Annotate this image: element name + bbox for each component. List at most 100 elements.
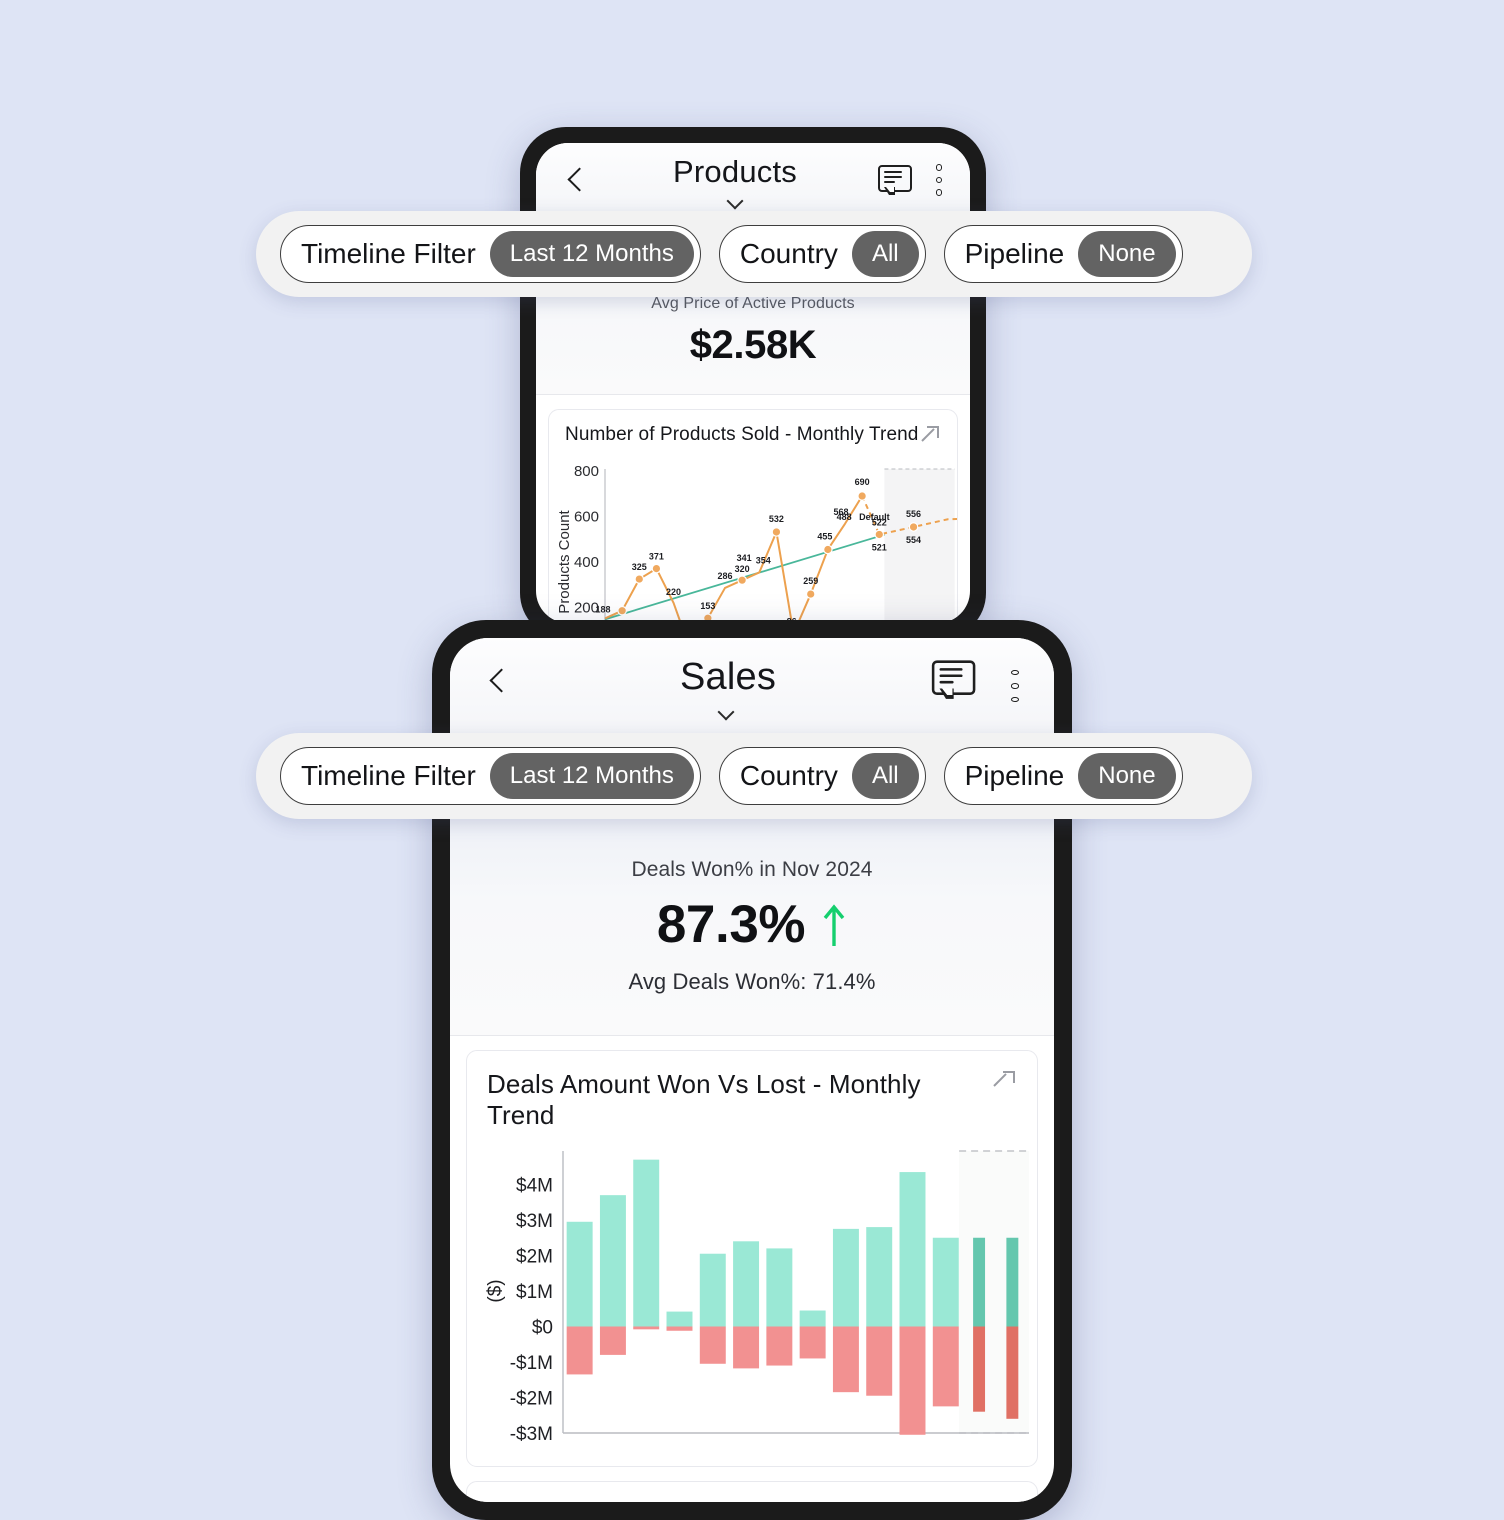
filter-pill-value: All (851, 231, 919, 277)
products-line-chart[interactable]: 0200400600800Products Count1521881863253… (549, 453, 957, 623)
filter-pill-label: Pipeline (964, 238, 1065, 269)
svg-text:341: 341 (737, 553, 752, 563)
filter-pill-value: Last 12 Months (489, 231, 694, 277)
chart-title: Deals Amount Won Vs Lost - Monthly Trend (487, 1069, 921, 1131)
chevron-down-icon[interactable] (718, 706, 738, 715)
filter-pill-label: Timeline Filter (301, 238, 476, 269)
svg-text:325: 325 (632, 562, 647, 572)
deals-count-chart-card: Deals Count Won Vs Lost - Monthly Trend … (466, 1481, 1038, 1502)
svg-text:532: 532 (769, 514, 784, 524)
filter-pill-value: None (1078, 231, 1176, 277)
comment-line-2 (884, 176, 902, 179)
svg-text:$0: $0 (532, 1318, 553, 1339)
filter-pill-value: All (851, 753, 919, 799)
kpi-value-row: 87.3% (450, 894, 1054, 955)
svg-text:286: 286 (717, 571, 732, 581)
expand-arrow-icon[interactable] (991, 1500, 1017, 1502)
products-title-group[interactable]: Products (592, 156, 878, 204)
comment-line-3 (884, 181, 895, 184)
svg-text:-$2M: -$2M (510, 1389, 553, 1410)
comment-icon[interactable] (931, 660, 988, 711)
sales-filter-bar: Timeline Filter Last 12 Months Country A… (256, 733, 1252, 819)
comment-icon[interactable] (878, 165, 912, 195)
comment-line-1 (884, 171, 902, 174)
page-title: Sales (679, 655, 777, 698)
deals-amount-bar-chart-svg: -$3M -$2M -$1M $0 $1M $2M $3M $4M ($) (485, 1150, 1029, 1445)
svg-text:588: 588 (957, 526, 958, 536)
svg-text:259: 259 (803, 576, 818, 586)
products-filter-bar: Timeline Filter Last 12 Months Country A… (256, 211, 1252, 297)
svg-text:320: 320 (735, 564, 750, 574)
comment-line-3 (939, 680, 954, 684)
filter-pill-pipeline[interactable]: Pipeline None (943, 747, 1183, 805)
filter-pill-label: Country (739, 238, 838, 269)
filter-pill-country[interactable]: Country All (718, 747, 926, 805)
expand-arrow-icon[interactable] (991, 1069, 1017, 1095)
svg-text:690: 690 (855, 477, 870, 487)
svg-text:554: 554 (906, 535, 921, 545)
back-chevron-icon[interactable] (562, 165, 592, 195)
filter-pill-timeline[interactable]: Timeline Filter Last 12 Months (280, 747, 701, 805)
kpi-sub-label: Avg Deals Won%: 71.4% (628, 969, 876, 994)
svg-text:220: 220 (666, 587, 681, 597)
filter-pill-value: Last 12 Months (489, 753, 694, 799)
products-line-chart-svg: 0200400600800Products Count1521881863253… (556, 463, 958, 623)
svg-text:-$1M: -$1M (510, 1353, 553, 1374)
filter-pill-timeline[interactable]: Timeline Filter Last 12 Months (280, 225, 701, 283)
kpi-value: 87.3% (656, 895, 806, 954)
deals-amount-chart-card: Deals Amount Won Vs Lost - Monthly Trend… (466, 1050, 1038, 1468)
page-title: Products (673, 154, 797, 189)
svg-text:$3M: $3M (516, 1211, 553, 1232)
svg-text:-$3M: -$3M (510, 1424, 553, 1445)
sales-app-header: Sales (450, 638, 1054, 734)
chart-card-header: Number of Products Sold - Monthly Trend (549, 410, 957, 453)
more-vertical-icon[interactable] (934, 164, 944, 196)
chart-title: Number of Products Sold - Monthly Trend (565, 424, 919, 445)
svg-text:590: 590 (957, 501, 958, 511)
svg-text:188: 188 (595, 604, 610, 614)
svg-text:522: 522 (872, 517, 887, 527)
products-header-actions (878, 164, 944, 196)
more-vertical-icon[interactable] (1010, 670, 1020, 702)
svg-text:($): ($) (485, 1280, 506, 1303)
kpi-label: Avg Price of Active Products (651, 295, 855, 312)
sales-header-actions (931, 660, 1020, 706)
deals-amount-bar-chart[interactable]: -$3M -$2M -$1M $0 $1M $2M $3M $4M ($) (467, 1135, 1037, 1466)
chart-card-header: Deals Amount Won Vs Lost - Monthly Trend (467, 1051, 1037, 1135)
comment-line-1 (939, 668, 963, 671)
arrow-up-icon (823, 903, 845, 946)
products-phone-frame: Products Avg Price of Active Products $2… (520, 127, 986, 639)
filter-pill-label: Country (739, 760, 838, 791)
svg-text:Products Count: Products Count (556, 509, 573, 613)
svg-text:$1M: $1M (516, 1282, 553, 1303)
svg-text:600: 600 (574, 508, 599, 525)
svg-text:800: 800 (574, 463, 599, 480)
filter-pill-pipeline[interactable]: Pipeline None (943, 225, 1183, 283)
svg-text:354: 354 (756, 555, 771, 565)
comment-tail-shape (939, 688, 954, 699)
filter-pill-country[interactable]: Country All (718, 225, 926, 283)
products-sold-chart-card: Number of Products Sold - Monthly Trend … (548, 409, 958, 623)
chart-title: Deals Count Won Vs Lost - Monthly Trend (487, 1500, 976, 1502)
expand-arrow-icon[interactable] (919, 424, 941, 446)
chevron-down-icon[interactable] (727, 195, 744, 204)
svg-text:455: 455 (817, 531, 832, 541)
filter-pill-label: Timeline Filter (301, 760, 476, 791)
svg-text:$4M: $4M (516, 1176, 553, 1197)
comment-tail-shape (884, 187, 895, 195)
svg-text:371: 371 (649, 551, 664, 561)
products-app-header: Products (536, 143, 970, 217)
back-chevron-icon[interactable] (484, 666, 518, 706)
svg-text:521: 521 (872, 542, 887, 552)
sales-title-group[interactable]: Sales (518, 658, 938, 715)
comment-line-2 (939, 674, 963, 678)
filter-pill-value: None (1078, 753, 1176, 799)
svg-text:$2M: $2M (516, 1247, 553, 1268)
filter-pill-label: Pipeline (964, 760, 1065, 791)
svg-text:488: 488 (837, 512, 852, 522)
svg-text:153: 153 (700, 601, 715, 611)
svg-text:556: 556 (906, 509, 921, 519)
kpi-value: $2.58K (689, 323, 817, 367)
chart-card-header: Deals Count Won Vs Lost - Monthly Trend (467, 1482, 1037, 1502)
svg-text:400: 400 (574, 554, 599, 571)
